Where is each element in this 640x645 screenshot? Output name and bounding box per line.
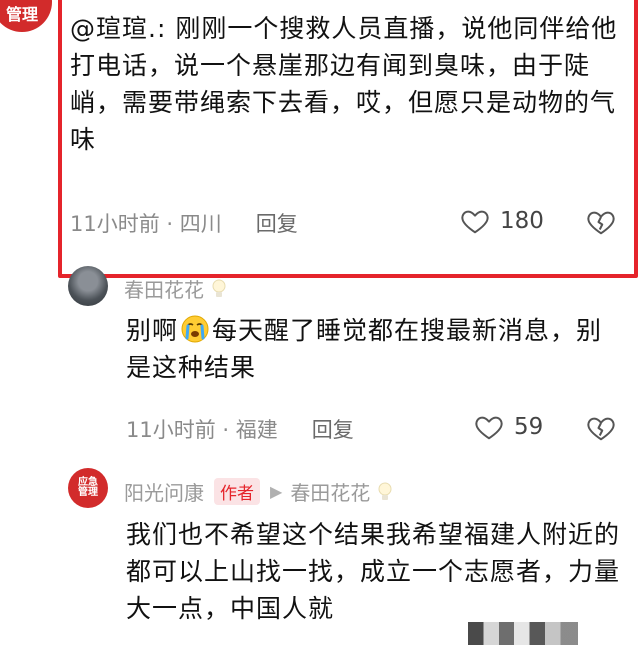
like-count: 59 xyxy=(514,414,544,440)
comment-author[interactable]: 春田花花 xyxy=(124,274,228,303)
avatar[interactable] xyxy=(68,266,108,306)
comment-text: 别啊 每天醒了睡觉都在搜最新消息，别是这种结果 xyxy=(126,312,626,386)
comment-meta: 11小时前 · 四川 回复 xyxy=(70,208,298,238)
comment-thread: 管理 @瑄瑄.: 刚刚一个搜救人员直播，说他同伴给他打电话，说一个悬崖那边有闻到… xyxy=(0,0,640,645)
heart-icon xyxy=(475,416,503,440)
redacted-patch xyxy=(468,622,578,645)
like-button[interactable]: 180 xyxy=(460,206,544,236)
avatar-label-part: 应 xyxy=(78,476,88,488)
broken-heart-icon[interactable] xyxy=(586,413,616,443)
lightbulb-icon xyxy=(212,279,226,297)
avatar[interactable]: 应急 管理 xyxy=(68,468,108,508)
avatar-label: 管理 xyxy=(78,487,98,498)
comment-text: 我们也不希望这个结果我希望福建人附近的都可以上山找一找，成立一个志愿者，力量大一… xyxy=(126,520,621,623)
like-button[interactable]: 59 xyxy=(474,412,543,442)
avatar[interactable]: 管理 xyxy=(0,0,52,32)
username: 春田花花 xyxy=(124,278,204,302)
comment-author[interactable]: 阳光问康 作者 ▶ 春田花花 xyxy=(124,477,394,506)
author-badge: 作者 xyxy=(214,478,260,505)
crying-face-icon xyxy=(181,315,209,343)
comment-text-part: 别啊 xyxy=(126,316,179,345)
reply-to-username[interactable]: 春田花花 xyxy=(290,477,370,506)
username: 阳光问康 xyxy=(124,481,204,505)
avatar-label-part: 急 xyxy=(88,476,98,488)
time-location: 11小时前 · 四川 xyxy=(70,212,222,236)
reply-button[interactable]: 回复 xyxy=(312,414,354,444)
avatar-label: 管理 xyxy=(5,5,38,25)
reply-arrow-icon: ▶ xyxy=(270,482,283,501)
comment-text: @瑄瑄.: 刚刚一个搜救人员直播，说他同伴给他打电话，说一个悬崖那边有闻到臭味，… xyxy=(70,14,618,154)
reply-button[interactable]: 回复 xyxy=(256,208,298,238)
time-location: 11小时前 · 福建 xyxy=(126,418,278,442)
comment-meta: 11小时前 · 福建 回复 xyxy=(126,414,354,444)
like-count: 180 xyxy=(500,208,544,234)
lightbulb-icon xyxy=(378,482,392,500)
broken-heart-icon[interactable] xyxy=(586,207,616,237)
heart-icon xyxy=(461,210,489,234)
